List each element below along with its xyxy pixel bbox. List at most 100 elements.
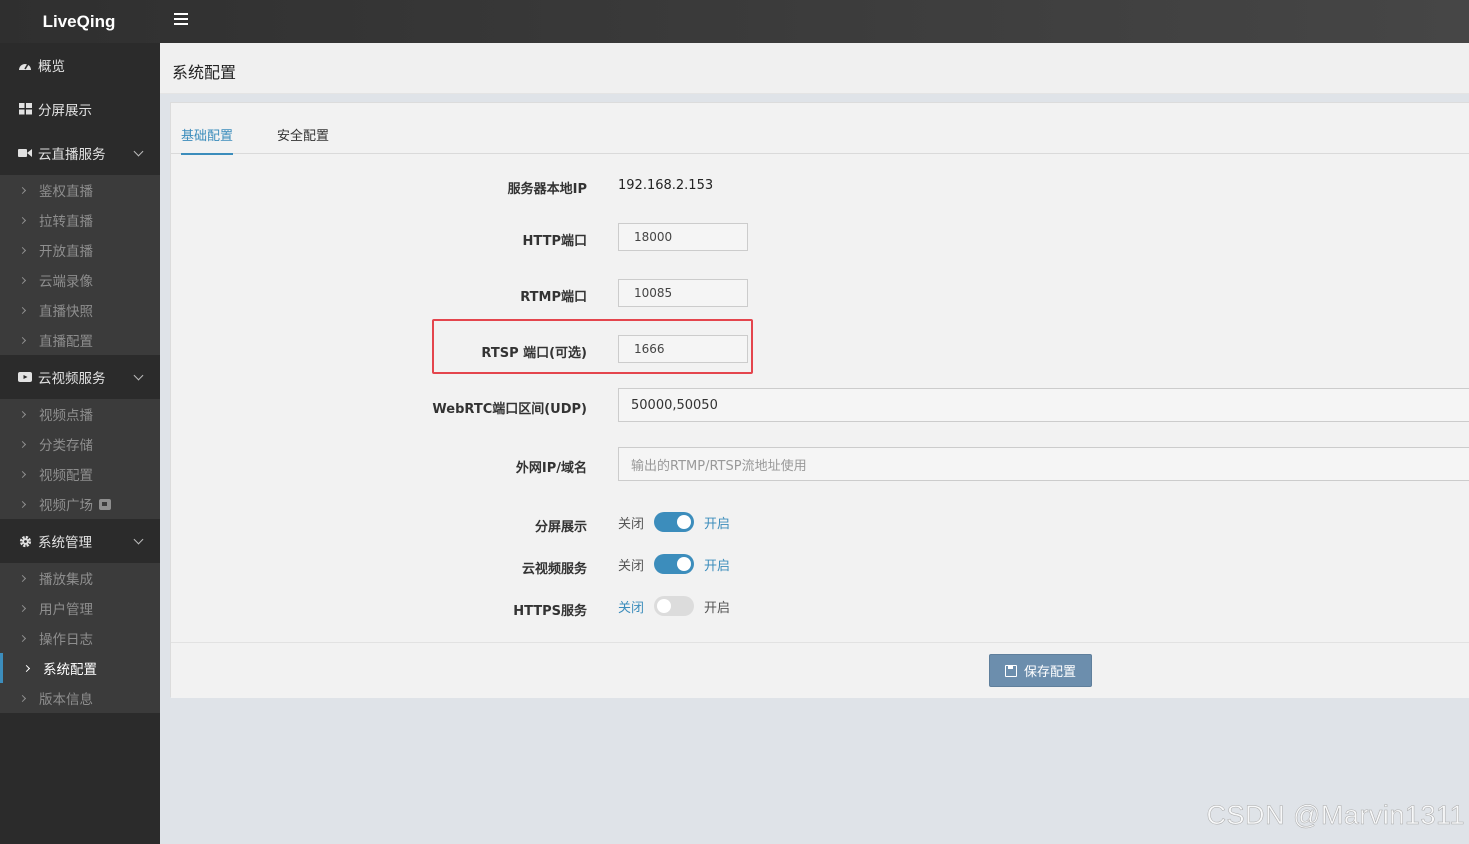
sidebar-item-label: 开放直播 (39, 244, 93, 260)
webrtc-range-label: WebRTC端口区间(UDP) (432, 402, 587, 417)
sidebar-item-operation-log[interactable]: 操作日志 (0, 623, 160, 653)
save-config-button[interactable]: 保存配置 (989, 654, 1092, 687)
sidebar-item-video-service[interactable]: 云视频服务 (0, 355, 160, 399)
sidebar-item-label: 播放集成 (39, 572, 93, 588)
https-label: HTTPS服务 (513, 604, 587, 619)
https-off-label[interactable]: 关闭 (618, 597, 644, 616)
rtsp-port-input[interactable]: 1666 (618, 335, 748, 363)
sidebar-item-vod[interactable]: 视频点播 (0, 399, 160, 429)
cloud-video-toggle-row: 关闭 开启 (618, 554, 730, 574)
sidebar-item-system[interactable]: 系统管理 (0, 519, 160, 563)
sidebar-item-user-management[interactable]: 用户管理 (0, 593, 160, 623)
sidebar-item-label: 操作日志 (39, 632, 93, 648)
submenu-live: 鉴权直播 拉转直播 开放直播 云端录像 直播快照 直播配置 (0, 175, 160, 355)
tab-bar: 基础配置 安全配置 (171, 103, 1469, 155)
rtmp-port-label: RTMP端口 (520, 290, 587, 305)
page-title: 系统配置 (172, 63, 237, 82)
sidebar-item-label: 视频配置 (39, 468, 93, 484)
app-logo[interactable]: LiveQing (0, 0, 160, 43)
chevron-right-icon (22, 664, 31, 672)
save-icon (1004, 664, 1017, 677)
sidebar-item-split-screen[interactable]: 分屏展示 (0, 87, 160, 131)
split-screen-switch[interactable] (654, 512, 695, 532)
sidebar-item-overview[interactable]: 概览 (0, 43, 160, 87)
chevron-right-icon (18, 500, 27, 508)
content-header: 系统配置 (160, 43, 1469, 94)
sidebar-item-label: 系统配置 (43, 662, 97, 678)
server-ip-value: 192.168.2.153 (618, 178, 714, 193)
switch-knob (677, 557, 692, 571)
sidebar-item-live-config[interactable]: 直播配置 (0, 325, 160, 355)
external-link-icon (99, 498, 111, 510)
chevron-right-icon (18, 186, 27, 194)
sidebar-item-system-config[interactable]: 系统配置 (0, 653, 160, 683)
switch-knob (657, 599, 672, 613)
sidebar-item-label: 概览 (38, 59, 65, 75)
sidebar-item-label: 云直播服务 (38, 147, 106, 163)
chevron-right-icon (18, 336, 27, 344)
split-screen-off-label[interactable]: 关闭 (618, 513, 644, 532)
menu-toggle-icon[interactable] (174, 13, 188, 25)
sidebar-item-label: 直播配置 (39, 334, 93, 350)
sidebar-item-label: 鉴权直播 (39, 184, 93, 200)
grid-icon (18, 102, 32, 116)
webrtc-range-input[interactable]: 50000,50050 (618, 388, 1469, 422)
switch-knob (677, 515, 692, 529)
tab-basic-config[interactable]: 基础配置 (181, 125, 234, 155)
http-port-input[interactable]: 18000 (618, 223, 748, 251)
sidebar-item-open-live[interactable]: 开放直播 (0, 235, 160, 265)
https-switch[interactable] (654, 596, 695, 616)
sidebar-item-label: 视频广场 (39, 498, 93, 514)
sidebar-item-pull-live[interactable]: 拉转直播 (0, 205, 160, 235)
gear-icon (18, 534, 32, 548)
sidebar-item-cloud-record[interactable]: 云端录像 (0, 265, 160, 295)
chevron-right-icon (18, 634, 27, 642)
submenu-system: 播放集成 用户管理 操作日志 系统配置 版本信息 (0, 563, 160, 713)
watermark: CSDN @Marvin1311 (1206, 800, 1465, 831)
http-port-label: HTTP端口 (522, 234, 587, 249)
sidebar-item-live-service[interactable]: 云直播服务 (0, 131, 160, 175)
split-screen-toggle-row: 关闭 开启 (618, 512, 730, 532)
chevron-right-icon (18, 604, 27, 612)
cloud-video-switch[interactable] (654, 554, 695, 574)
sidebar-item-label: 直播快照 (39, 304, 93, 320)
chevron-right-icon (18, 216, 27, 224)
https-on-label[interactable]: 开启 (704, 597, 730, 616)
sidebar-item-label: 系统管理 (38, 535, 92, 551)
youtube-icon (18, 370, 32, 384)
sidebar-item-category-storage[interactable]: 分类存储 (0, 429, 160, 459)
sidebar-item-auth-live[interactable]: 鉴权直播 (0, 175, 160, 205)
sidebar-item-video-square[interactable]: 视频广场 (0, 489, 160, 519)
sidebar-item-live-snapshot[interactable]: 直播快照 (0, 295, 160, 325)
sidebar-item-video-config[interactable]: 视频配置 (0, 459, 160, 489)
sidebar-item-label: 版本信息 (39, 692, 93, 708)
https-toggle-row: 关闭 开启 (618, 596, 730, 616)
sidebar: 概览 分屏展示 云直播服务 鉴权直播 拉转直播 开放直播 云端录像 直播快照 直… (0, 43, 160, 844)
sidebar-item-label: 拉转直播 (39, 214, 93, 230)
chevron-down-icon (133, 534, 144, 545)
submenu-video: 视频点播 分类存储 视频配置 视频广场 (0, 399, 160, 519)
sidebar-item-version-info[interactable]: 版本信息 (0, 683, 160, 713)
cloud-video-off-label[interactable]: 关闭 (618, 555, 644, 574)
chevron-right-icon (18, 306, 27, 314)
save-button-label: 保存配置 (1023, 665, 1076, 680)
chevron-down-icon (133, 146, 144, 157)
chevron-right-icon (18, 470, 27, 478)
server-ip-label: 服务器本地IP (507, 182, 587, 197)
cloud-video-label: 云视频服务 (521, 562, 587, 577)
tab-security-config[interactable]: 安全配置 (277, 125, 329, 153)
external-ip-label: 外网IP/域名 (515, 461, 587, 476)
sidebar-item-player-integration[interactable]: 播放集成 (0, 563, 160, 593)
sidebar-item-label: 视频点播 (39, 408, 93, 424)
cloud-video-on-label[interactable]: 开启 (704, 555, 730, 574)
card-footer: 保存配置 (171, 642, 1469, 698)
sidebar-item-label: 用户管理 (39, 602, 93, 618)
external-ip-input[interactable]: 输出的RTMP/RTSP流地址使用 (618, 447, 1469, 481)
chevron-right-icon (18, 574, 27, 582)
split-screen-on-label[interactable]: 开启 (704, 513, 730, 532)
config-card: 基础配置 安全配置 服务器本地IP 192.168.2.153 HTTP端口 1… (170, 102, 1469, 698)
split-screen-label: 分屏展示 (534, 520, 587, 535)
chevron-right-icon (18, 276, 27, 284)
rtmp-port-input[interactable]: 10085 (618, 279, 748, 307)
chevron-right-icon (18, 694, 27, 702)
